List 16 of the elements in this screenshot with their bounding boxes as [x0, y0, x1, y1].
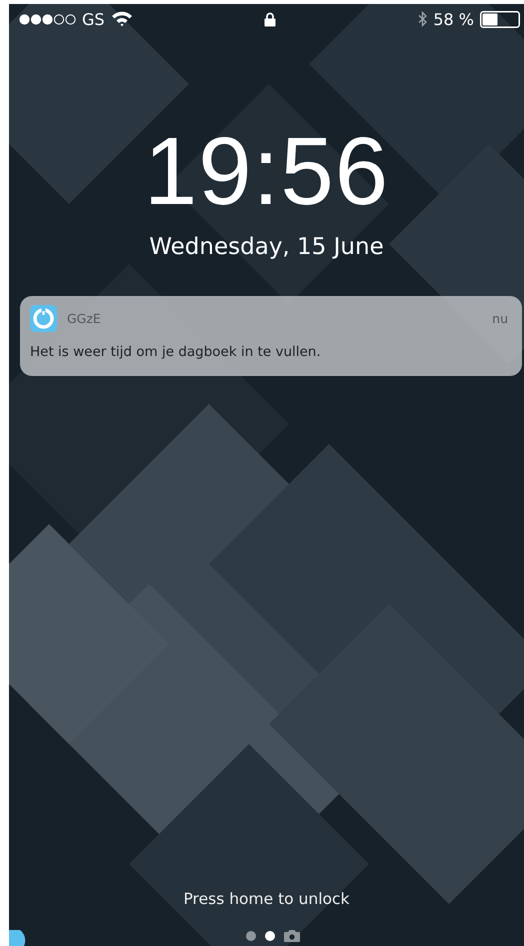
unlock-hint: Press home to unlock	[182, 890, 350, 908]
battery-icon	[480, 10, 520, 28]
battery-percentage: 58 %	[433, 10, 474, 28]
carrier-name: GS	[82, 10, 105, 28]
camera-icon[interactable]	[284, 930, 300, 942]
date-text: Wednesday, 15 June	[148, 234, 385, 260]
bluetooth-icon	[418, 11, 428, 27]
signal-icon	[19, 14, 76, 24]
clock-time: 19:56	[142, 124, 390, 220]
app-name: GGzE	[67, 311, 101, 326]
notification-card[interactable]: GGzE nu Het is weer tijd om je dagboek in te vullen.	[20, 296, 522, 376]
wifi-icon	[110, 11, 133, 27]
notification-message: Het is weer tijd om je dagboek in te vullen.	[30, 344, 322, 360]
app-icon	[30, 305, 57, 332]
lock-icon	[264, 12, 276, 26]
notification-time: nu	[492, 311, 508, 326]
